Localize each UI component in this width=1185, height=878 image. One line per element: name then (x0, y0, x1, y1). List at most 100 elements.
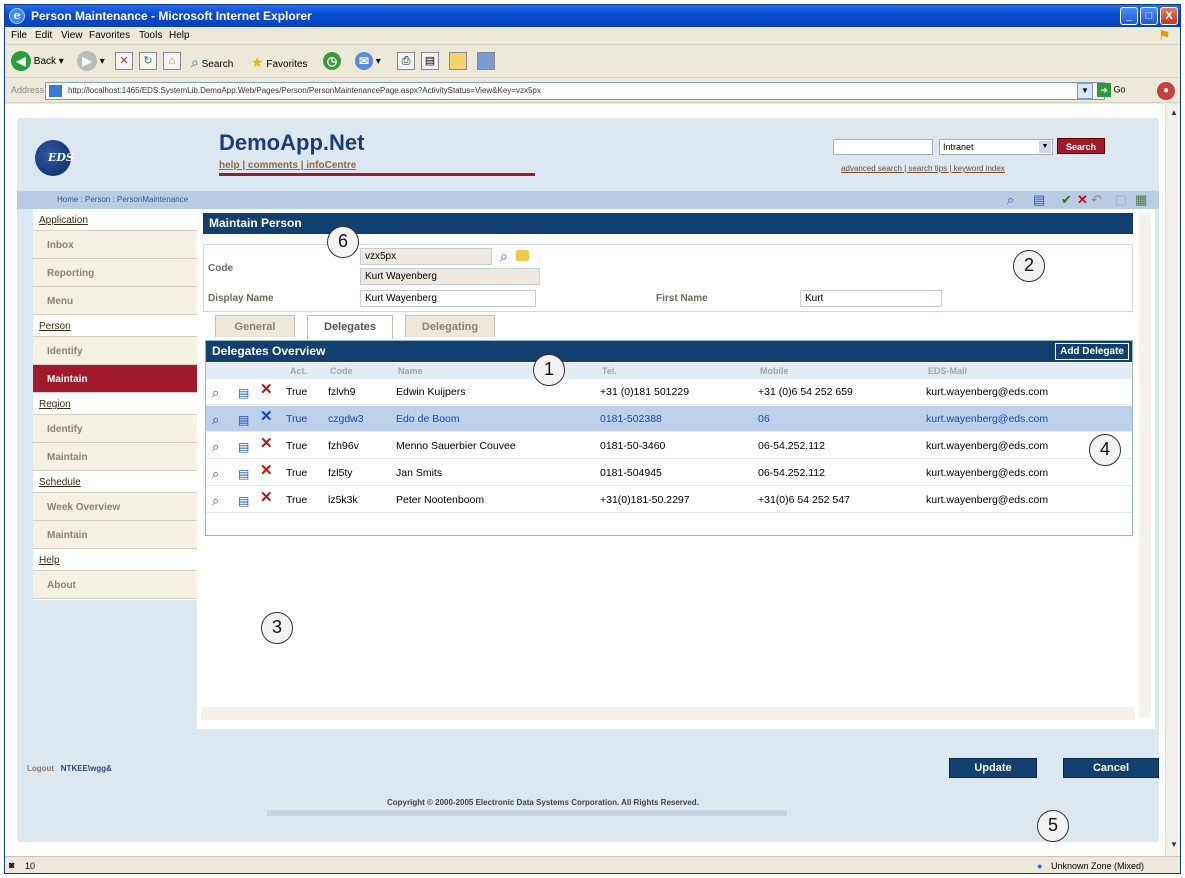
nav-region[interactable]: Region (33, 393, 197, 415)
table-row[interactable]: ⌕ ▤ ✕ True fzlvh9 Edwin Kuijpers +31 (0)… (206, 379, 1132, 405)
logout-link[interactable]: Logout (27, 764, 54, 773)
back-button[interactable]: ◀ Back ▾ (11, 51, 64, 73)
address-dropdown-icon[interactable]: ▼ (1077, 83, 1093, 99)
menu-favorites[interactable]: Favorites (89, 30, 130, 41)
close-button[interactable]: X (1160, 7, 1178, 25)
maximize-button[interactable]: □ (1140, 7, 1158, 25)
mail-button[interactable]: ✉ ▾ (355, 51, 381, 73)
col-eds-mail[interactable]: EDS-Mail (928, 366, 967, 376)
tab-delegates[interactable]: Delegates (307, 315, 393, 339)
nav-region-maintain[interactable]: Maintain (33, 443, 197, 471)
view-magnifier-icon[interactable]: ⌕ (212, 494, 219, 508)
table-row-selected[interactable]: ⌕ ▤ ✕ True czgdw3 Edo de Boom 0181-50238… (206, 406, 1132, 432)
nav-person-identify[interactable]: Identify (33, 337, 197, 365)
col-name[interactable]: Name (398, 366, 423, 376)
delete-icon[interactable]: ✕ (1077, 192, 1088, 208)
col-mobile[interactable]: Mobile (760, 366, 789, 376)
print-button[interactable]: ⎙ (397, 51, 415, 73)
menu-edit[interactable]: Edit (35, 30, 52, 41)
first-name-field[interactable]: Kurt (800, 290, 942, 307)
history-button[interactable]: ◷ (323, 51, 341, 73)
refresh-button[interactable]: ↻ (139, 51, 157, 73)
menu-tools[interactable]: Tools (139, 30, 162, 41)
nav-schedule[interactable]: Schedule (33, 471, 197, 493)
app-links[interactable]: help | comments | infoCentre (219, 160, 356, 171)
add-delegate-button[interactable]: Add Delegate (1055, 343, 1129, 360)
favorites-button[interactable]: ★ Favorites (251, 51, 307, 73)
search-icon[interactable]: ⌕ (1007, 192, 1014, 208)
nav-schedule-maintain[interactable]: Maintain (33, 521, 197, 549)
nav-person-maintain[interactable]: Maintain (33, 365, 197, 393)
scroll-down-icon[interactable]: ▼ (1167, 838, 1180, 852)
update-button[interactable]: Update (949, 758, 1037, 778)
edit-icon[interactable]: ▤ (238, 386, 249, 400)
address-input[interactable]: http://localhost:1465/EDS.SystemLib.Demo… (45, 82, 1105, 100)
scroll-up-icon[interactable]: ▲ (1167, 106, 1180, 120)
delete-x-icon[interactable]: ✕ (260, 382, 273, 397)
go-button[interactable]: ➜ Go (1097, 83, 1126, 97)
messenger-button[interactable] (477, 51, 495, 73)
folder-button[interactable] (449, 51, 467, 73)
table-row[interactable]: ⌕ ▤ ✕ True fzh96v Menno Sauerbier Couvee… (206, 433, 1132, 459)
nav-menu[interactable]: Menu (33, 287, 197, 315)
callout-5: 5 (1037, 810, 1069, 842)
col-code[interactable]: Code (330, 366, 353, 376)
col-act[interactable]: Act. (290, 366, 307, 376)
edit-icon[interactable]: ▤ (238, 467, 249, 481)
search-links[interactable]: advanced search | search tips | keyword … (841, 164, 1005, 173)
toolbar-extension-icon[interactable]: ● (1157, 82, 1175, 100)
code-label: Code (208, 263, 233, 274)
check-icon[interactable]: ✔ (1061, 192, 1072, 208)
edit-icon[interactable]: ▤ (238, 413, 249, 427)
breadcrumb[interactable]: Home : Person : PersonMaintenance (57, 195, 188, 204)
menu-view[interactable]: View (61, 30, 83, 41)
status-text: 10 (25, 861, 36, 871)
undo-icon[interactable]: ↶ (1091, 192, 1102, 208)
page-scrollbar[interactable]: ▲ ▼ (1165, 104, 1180, 856)
table-row[interactable]: ⌕ ▤ ✕ True fzl5ty Jan Smits 0181-504945 … (206, 460, 1132, 486)
display-name-field[interactable]: Kurt Wayenberg (360, 290, 536, 307)
nav-region-identify[interactable]: Identify (33, 415, 197, 443)
delete-x-icon[interactable]: ✕ (260, 409, 273, 424)
delete-x-icon[interactable]: ✕ (260, 490, 273, 505)
new-document-icon[interactable]: ▢ (1115, 192, 1127, 208)
home-button[interactable]: ⌂ (163, 51, 181, 73)
site-search-input[interactable] (833, 139, 933, 155)
nav-week-overview[interactable]: Week Overview (33, 493, 197, 521)
nav-help[interactable]: Help (33, 549, 197, 571)
horizontal-scrollbar[interactable] (201, 707, 1135, 720)
search-scope-select[interactable]: Intranet ▼ (939, 139, 1053, 155)
code-field[interactable]: vzx5px (360, 248, 492, 265)
cancel-button[interactable]: Cancel (1063, 758, 1159, 778)
forward-button[interactable]: ▶ ▾ (77, 51, 105, 73)
lookup-search-icon[interactable]: ⌕ (500, 248, 508, 265)
tab-general[interactable]: General (215, 315, 295, 337)
edit-icon[interactable]: ▤ (238, 440, 249, 454)
edit-page-button[interactable]: ▤ (421, 51, 439, 73)
view-magnifier-icon[interactable]: ⌕ (212, 440, 219, 454)
search-button[interactable]: ⌕ Search (191, 51, 233, 73)
view-magnifier-icon[interactable]: ⌕ (212, 467, 219, 481)
edit-icon[interactable]: ▤ (1033, 192, 1045, 208)
view-magnifier-icon[interactable]: ⌕ (212, 386, 219, 400)
tab-delegating[interactable]: Delegating (405, 315, 495, 337)
delete-x-icon[interactable]: ✕ (260, 436, 273, 451)
view-magnifier-icon[interactable]: ⌕ (212, 413, 219, 427)
table-row[interactable]: ⌕ ▤ ✕ True lz5k3k Peter Nootenboom +31(0… (206, 487, 1132, 513)
nav-application[interactable]: Application (33, 209, 197, 231)
menu-file[interactable]: File (11, 30, 27, 41)
nav-reporting[interactable]: Reporting (33, 259, 197, 287)
menu-help[interactable]: Help (169, 30, 190, 41)
stop-button[interactable]: ✕ (115, 51, 133, 73)
col-tel[interactable]: Tel. (602, 366, 617, 376)
nav-person[interactable]: Person (33, 315, 197, 337)
minimize-button[interactable]: _ (1120, 7, 1138, 25)
delete-x-icon[interactable]: ✕ (260, 463, 273, 478)
export-icon[interactable]: ▦ (1135, 192, 1147, 208)
nav-about[interactable]: About (33, 571, 197, 599)
edit-icon[interactable]: ▤ (238, 494, 249, 508)
folder-icon[interactable] (516, 250, 529, 261)
content-scrollbar[interactable] (1139, 213, 1151, 717)
site-search-button[interactable]: Search (1057, 138, 1105, 154)
nav-inbox[interactable]: Inbox (33, 231, 197, 259)
